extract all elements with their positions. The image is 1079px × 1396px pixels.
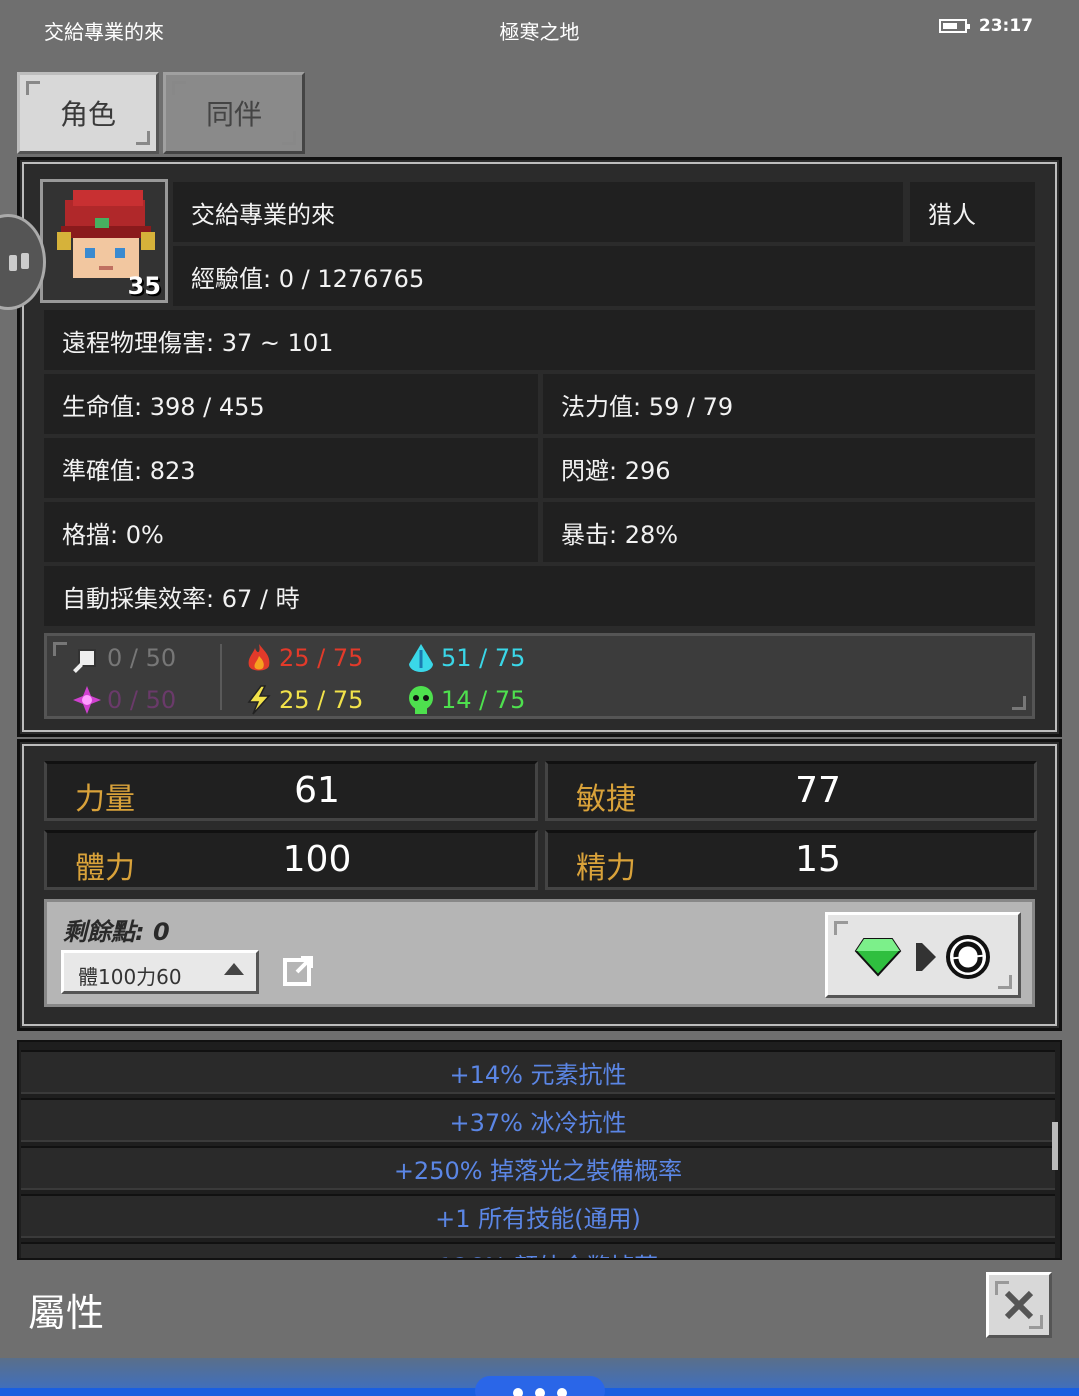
attr-energy: 精力 15: [545, 830, 1037, 890]
preset-dropdown[interactable]: 體100力60: [61, 950, 259, 994]
character-panel: 35 交給專業的來 猎人 經驗值: 0 / 1276765 遠程物理傷害: 37…: [17, 157, 1062, 737]
damage-value: 遠程物理傷害: 37 ~ 101: [44, 310, 1035, 370]
character-class: 猎人: [910, 182, 1035, 242]
external-edit-icon[interactable]: [283, 954, 315, 986]
physical-resistance: 0 / 50: [71, 642, 176, 674]
battery-icon: [938, 19, 970, 33]
skull-icon: [409, 686, 433, 714]
dodge-value: 閃避: 296: [543, 438, 1035, 498]
arrow-right-icon: [916, 943, 936, 971]
water-drop-icon: [409, 644, 433, 672]
fire-resistance: 25 / 75: [243, 642, 363, 674]
tab-companion[interactable]: 同伴: [163, 72, 305, 154]
crit-value: 暴击: 28%: [543, 502, 1035, 562]
accuracy-value: 準確值: 823: [44, 438, 538, 498]
tab-companion-label: 同伴: [205, 98, 262, 131]
attribute-panel: 力量 61 敏捷 77 體力 100 精力 15 剩餘點: 0 體100力60: [17, 739, 1062, 1031]
block-value: 格擋: 0%: [44, 502, 538, 562]
list-item: +126% 額外金幣掉落: [21, 1242, 1055, 1258]
list-item: +250% 掉落光之裝備概率: [21, 1146, 1055, 1190]
arcane-resistance: 0 / 50: [71, 684, 176, 716]
reset-button[interactable]: [825, 912, 1021, 998]
dropdown-arrow-icon: [224, 963, 244, 975]
fire-icon: [248, 644, 270, 671]
status-time: 23:17: [978, 16, 1033, 36]
status-right: 23:17: [938, 16, 1033, 36]
attr-agility: 敏捷 77: [545, 761, 1037, 821]
attr-strength: 力量 61: [44, 761, 538, 821]
points-bar: 剩餘點: 0 體100力60: [44, 899, 1035, 1007]
list-item: +37% 冰冷抗性: [21, 1098, 1055, 1142]
reset-swirl-icon: [946, 935, 990, 979]
status-bar: 交給專業的來 極寒之地 23:17: [0, 0, 1079, 58]
bonus-list[interactable]: +14% 元素抗性 +37% 冰冷抗性 +250% 掉落光之裝備概率 +1 所有…: [17, 1040, 1062, 1260]
tab-character-label: 角色: [59, 98, 116, 131]
page-title: 屬性: [28, 1291, 105, 1335]
hp-value: 生命值: 398 / 455: [44, 374, 538, 434]
gem-icon: [854, 938, 902, 977]
portrait: 35: [40, 179, 168, 303]
gather-rate: 自動採集效率: 67 / 時: [44, 566, 1035, 626]
tab-character[interactable]: 角色: [17, 72, 159, 154]
character-name: 交給專業的來: [173, 182, 903, 242]
more-dots-icon[interactable]: [475, 1376, 605, 1396]
close-button[interactable]: [986, 1272, 1052, 1338]
attr-vitality: 體力 100: [44, 830, 538, 890]
sword-shield-icon: [73, 649, 96, 673]
scrollbar[interactable]: [1052, 1122, 1058, 1170]
lightning-resistance: 25 / 75: [243, 684, 363, 716]
level-badge: 35: [127, 272, 161, 300]
poison-resistance: 14 / 75: [405, 684, 525, 716]
cold-resistance: 51 / 75: [405, 642, 525, 674]
list-item: +1 所有技能(通用): [21, 1194, 1055, 1238]
resistance-panel: 0 / 50 0 / 50 25 / 75 25 / 75 51 / 75 14…: [44, 633, 1035, 719]
lightning-icon: [247, 685, 271, 715]
remaining-points: 剩餘點: 0: [63, 918, 170, 946]
close-icon: [1004, 1290, 1034, 1320]
experience-value: 經驗值: 0 / 1276765: [173, 246, 1035, 306]
list-item: +14% 元素抗性: [21, 1050, 1055, 1094]
mp-value: 法力值: 59 / 79: [543, 374, 1035, 434]
status-location: 極寒之地: [499, 20, 580, 44]
arcane-star-icon: [73, 686, 101, 714]
